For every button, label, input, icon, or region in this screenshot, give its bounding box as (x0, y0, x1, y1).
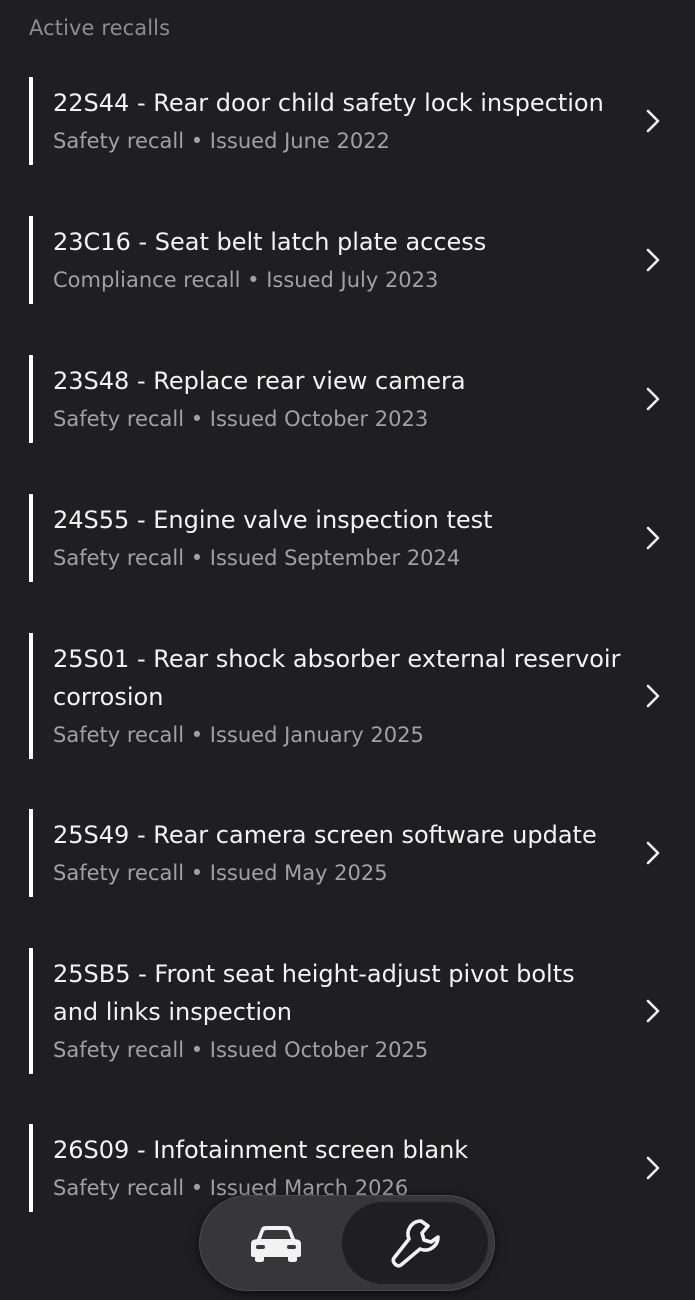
recall-title: 23C16 - Seat belt latch plate access (53, 228, 487, 256)
recall-meta: Compliance recall • Issued July 2023 (53, 268, 439, 292)
recall-item-23s48[interactable]: 23S48 - Replace rear view camera Safety … (29, 355, 669, 443)
recall-text: 24S55 - Engine valve inspection test Saf… (53, 501, 623, 577)
recall-item-22s44[interactable]: 22S44 - Rear door child safety lock insp… (29, 77, 669, 165)
recall-text: 25S01 - Rear shock absorber external res… (53, 640, 623, 754)
chevron-right-icon (639, 247, 665, 273)
recall-meta: Safety recall • Issued January 2025 (53, 723, 424, 747)
recall-meta: Safety recall • Issued September 2024 (53, 546, 461, 570)
wrench-icon (387, 1215, 443, 1271)
recall-title: 23S48 - Replace rear view camera (53, 367, 466, 395)
recall-text: 25SB5 - Front seat height-adjust pivot b… (53, 955, 623, 1069)
recall-title: 25SB5 - Front seat height-adjust pivot b… (53, 960, 575, 1026)
recall-item-25s01[interactable]: 25S01 - Rear shock absorber external res… (29, 633, 669, 759)
recall-meta: Safety recall • Issued October 2023 (53, 407, 429, 431)
recall-text: 22S44 - Rear door child safety lock insp… (53, 84, 623, 160)
tab-service[interactable] (342, 1202, 488, 1284)
chevron-right-icon (639, 840, 665, 866)
recall-title: 22S44 - Rear door child safety lock insp… (53, 89, 604, 117)
recall-text: 25S49 - Rear camera screen software upda… (53, 816, 623, 892)
recall-title: 24S55 - Engine valve inspection test (53, 506, 493, 534)
recall-title: 25S49 - Rear camera screen software upda… (53, 821, 597, 849)
recall-list: 22S44 - Rear door child safety lock insp… (0, 0, 695, 1300)
recall-meta: Safety recall • Issued June 2022 (53, 129, 390, 153)
recall-item-25sb5[interactable]: 25SB5 - Front seat height-adjust pivot b… (29, 948, 669, 1074)
tab-vehicle[interactable] (206, 1202, 346, 1284)
chevron-right-icon (639, 998, 665, 1024)
recall-item-25s49[interactable]: 25S49 - Rear camera screen software upda… (29, 809, 669, 897)
chevron-right-icon (639, 1155, 665, 1181)
recall-meta: Safety recall • Issued May 2025 (53, 861, 388, 885)
recall-text: 23C16 - Seat belt latch plate access Com… (53, 223, 623, 299)
recall-title: 26S09 - Infotainment screen blank (53, 1136, 469, 1164)
recall-meta: Safety recall • Issued October 2025 (53, 1038, 429, 1062)
recall-item-24s55[interactable]: 24S55 - Engine valve inspection test Saf… (29, 494, 669, 582)
chevron-right-icon (639, 386, 665, 412)
chevron-right-icon (639, 525, 665, 551)
car-icon (249, 1223, 303, 1263)
recall-item-23c16[interactable]: 23C16 - Seat belt latch plate access Com… (29, 216, 669, 304)
recall-text: 23S48 - Replace rear view camera Safety … (53, 362, 623, 438)
chevron-right-icon (639, 683, 665, 709)
bottom-tab-bar (199, 1195, 495, 1291)
recall-title: 25S01 - Rear shock absorber external res… (53, 645, 621, 711)
chevron-right-icon (639, 108, 665, 134)
